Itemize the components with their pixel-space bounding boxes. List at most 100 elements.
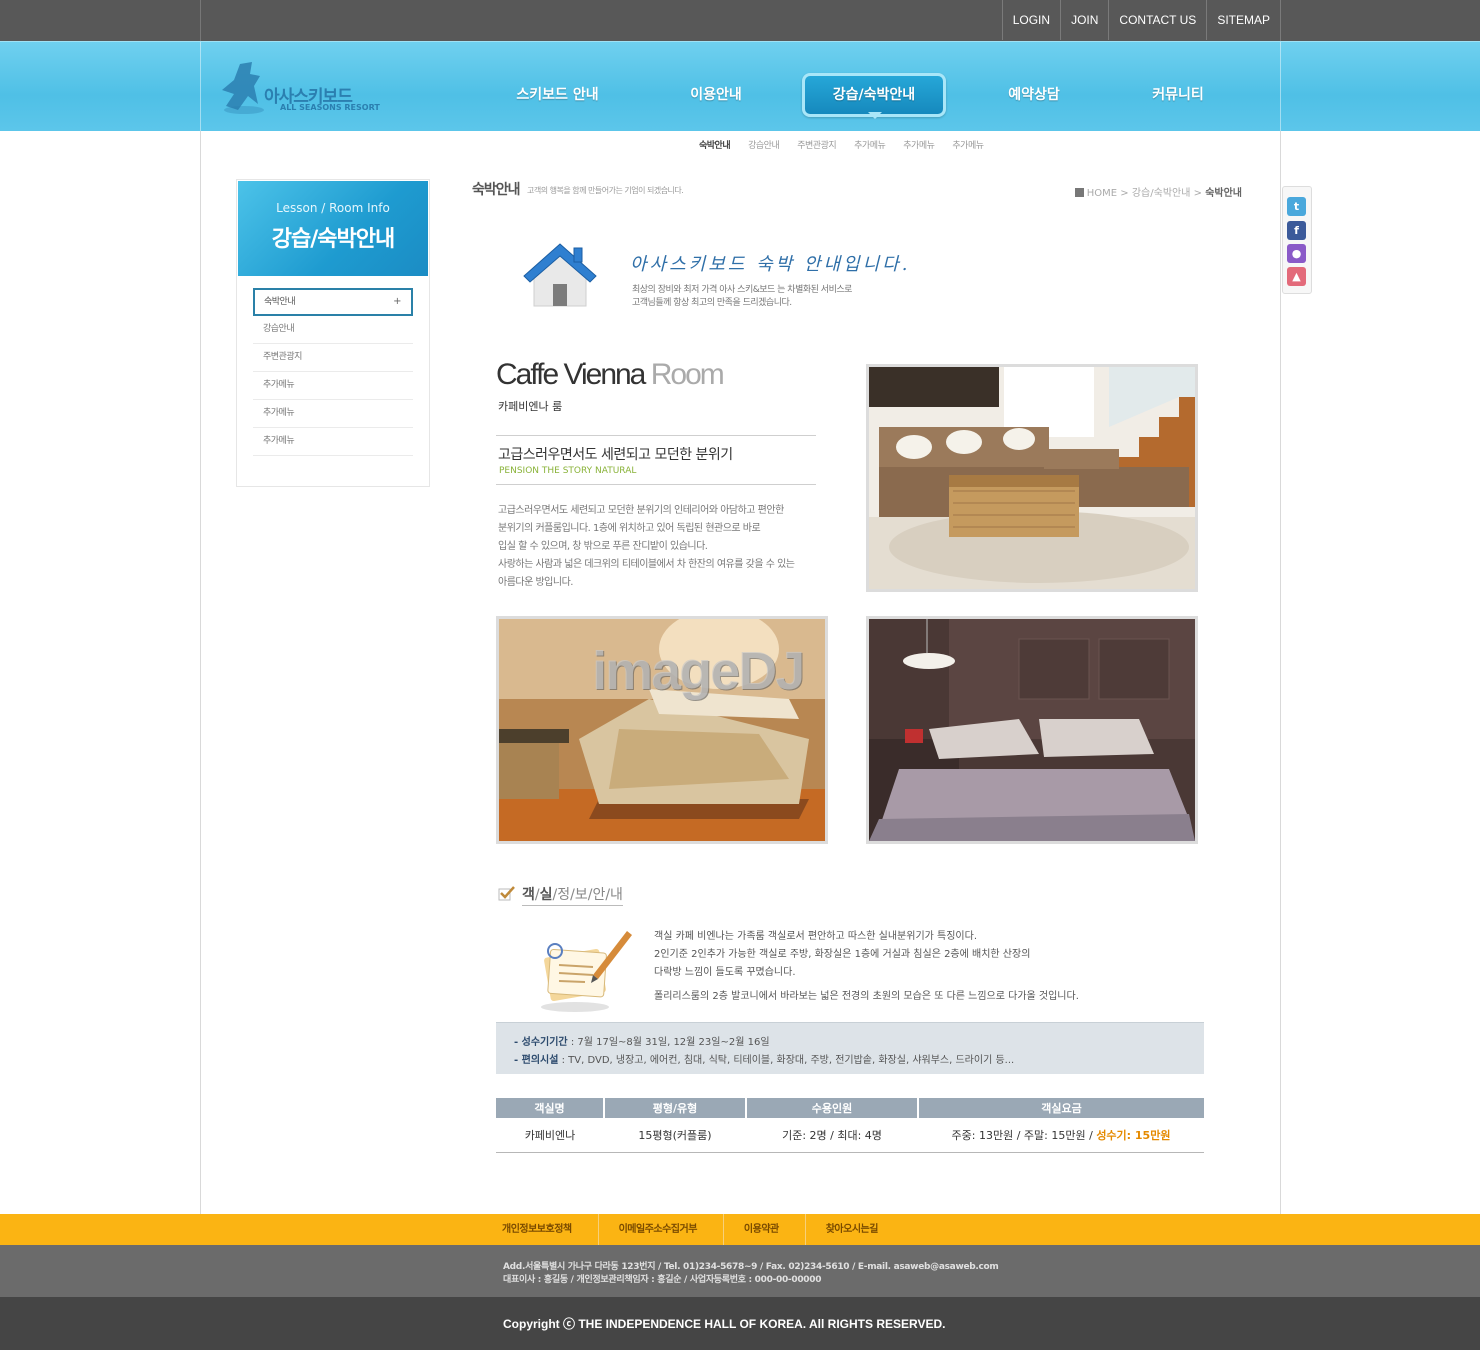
room-description-line: 분위기의 커플룸입니다. 1층에 위치하고 있어 독립된 현관으로 바로 [498, 523, 761, 534]
price-regular: 주중: 13만원 / 주말: 15만원 / [951, 1128, 1093, 1142]
sidebar-item-extra[interactable]: 추가메뉴 [253, 428, 413, 456]
frame-right-line [1280, 131, 1281, 1214]
breadcrumb-parent[interactable]: 강습/숙박안내 [1132, 188, 1191, 199]
bed-photo-image [869, 619, 1195, 841]
page-description: 고객의 행복을 함께 만들어가는 기업이 되겠습니다. [527, 186, 684, 195]
sidebar-item-extra[interactable]: 추가메뉴 [253, 372, 413, 400]
subnav-sightseeing[interactable]: 주변관광지 [788, 138, 845, 151]
sidebar-item-extra[interactable]: 추가메뉴 [253, 400, 413, 428]
room-tagline-sub: PENSION THE STORY NATURAL [499, 466, 637, 476]
cell-room-name: 카페비엔나 [496, 1118, 604, 1153]
header: 아사스키보드 ALL SEASONS RESORT 스키보드 안내 이용안내 강… [0, 41, 1480, 132]
intro-text: 최상의 장비와 최저 가격 아사 스키&보드 는 차별화된 서비스로 고객님들께… [632, 284, 852, 310]
footer-link-email-refusal[interactable]: 이메일주소수집거부 [599, 1214, 724, 1245]
sidebar-item-lesson[interactable]: 강습안내 [253, 316, 413, 344]
sidebar-item-sightseeing[interactable]: 주변관광지 [253, 344, 413, 372]
breadcrumb: HOME > 강습/숙박안내 > 숙박안내 [1074, 184, 1242, 199]
cell-price: 주중: 13만원 / 주말: 15만원 / 성수기: 15만원 [918, 1118, 1204, 1153]
sidebar-item-lodging[interactable]: 숙박안내 + [253, 288, 413, 316]
col-room-name: 객실명 [496, 1098, 605, 1118]
nav-skiboard-info[interactable]: 스키보드 안내 [500, 71, 615, 119]
me2day-icon[interactable]: ● [1287, 244, 1306, 263]
sidebar-title-ko: 강습/숙박안내 [271, 227, 395, 252]
home-icon[interactable] [1074, 188, 1084, 197]
footer-nav: 개인정보보호정책 이메일주소수집거부 이용약관 찾아오시는길 [0, 1214, 1480, 1245]
breadcrumb-home[interactable]: HOME [1087, 188, 1117, 199]
nav-usage-info[interactable]: 이용안내 [660, 71, 772, 119]
subnav-extra[interactable]: 추가메뉴 [943, 138, 992, 151]
room-description-line: 사랑하는 사람과 넓은 데크위의 티테이블에서 차 한잔의 여유를 갖을 수 있… [498, 559, 795, 570]
room-name-en-dark: Caffe Vienna [496, 358, 646, 391]
nav-reservation[interactable]: 예약상담 [976, 71, 1092, 119]
plus-icon: + [393, 296, 401, 307]
house-icon [523, 243, 597, 307]
blog-icon[interactable]: ▲ [1287, 267, 1306, 286]
facebook-icon[interactable]: f [1287, 221, 1306, 240]
room-price-table: 객실명 평형/유형 수용인원 객실요금 카페비엔나 15평형(커플룸) 기준: … [496, 1098, 1204, 1153]
nav-lesson-room-info[interactable]: 강습/숙박안내 [802, 73, 946, 117]
subnav-extra[interactable]: 추가메뉴 [894, 138, 943, 151]
room-info-line: 객실 카페 비엔나는 가족룸 객실로서 편안하고 따스한 실내분위기가 특징이다… [654, 931, 978, 942]
page-title: 숙박안내 [472, 182, 521, 198]
divider [496, 484, 816, 485]
room-photo-bedroom-2[interactable] [866, 616, 1198, 844]
intro-title: 아사스키보드 숙박 안내입니다. [630, 254, 911, 275]
room-name-en: Caffe Vienna Room [496, 358, 725, 392]
sidebar-menu: 숙박안내 + 강습안내 주변관광지 추가메뉴 추가메뉴 추가메뉴 [253, 288, 413, 456]
intro-line: 최상의 장비와 최저 가격 아사 스키&보드 는 차별화된 서비스로 [632, 285, 852, 295]
check-icon [498, 886, 515, 901]
join-link[interactable]: JOIN [1060, 0, 1108, 40]
sitemap-link[interactable]: SITEMAP [1206, 0, 1281, 40]
footer-address: Add.서울특별시 가나구 다라동 123번지 / Tel. 01)234-56… [503, 1262, 999, 1272]
room-description-line: 고급스러우면서도 세련되고 모던한 분위기의 인테리어와 아담하고 편안한 [498, 505, 784, 516]
subnav-lodging[interactable]: 숙박안내 [690, 138, 739, 151]
subnav-lesson[interactable]: 강습안내 [739, 138, 788, 151]
frame-left-line [200, 131, 201, 1214]
room-name-en-light: Room [650, 358, 725, 391]
footer-link-privacy[interactable]: 개인정보보호정책 [482, 1214, 599, 1245]
logo-mark-icon[interactable] [220, 60, 266, 116]
sofa-photo-image [869, 367, 1195, 589]
table-row: 카페비엔나 15평형(커플룸) 기준: 2명 / 최대: 4명 주중: 13만원… [496, 1118, 1204, 1153]
cell-capacity: 기준: 2명 / 최대: 4명 [746, 1118, 918, 1153]
facilities-row: - 편의시설 : TV, DVD, 냉장고, 에어컨, 침대, 식탁, 티테이블… [514, 1051, 1014, 1066]
memo-icon [541, 931, 632, 1012]
peak-season-row: - 성수기기간 : 7월 17일~8월 31일, 12월 23일~2월 16일 [514, 1033, 770, 1048]
sidebar-header: Lesson / Room Info 강습/숙박안내 [238, 181, 428, 276]
room-name-ko: 카페비엔나 룸 [498, 400, 563, 413]
nav-community[interactable]: 커뮤니티 [1120, 71, 1236, 119]
footer-link-directions[interactable]: 찾아오시는길 [806, 1214, 904, 1245]
frame-edge [200, 42, 201, 132]
frame-edge [200, 0, 201, 41]
footer-info: Add.서울특별시 가나구 다라동 123번지 / Tel. 01)234-56… [0, 1245, 1480, 1297]
col-capacity: 수용인원 [746, 1098, 919, 1118]
twitter-icon[interactable]: t [1287, 197, 1306, 216]
footer-copyright: Copyright ⓒ THE INDEPENDENCE HALL OF KOR… [503, 1317, 946, 1331]
col-price: 객실요금 [918, 1098, 1204, 1118]
room-tagline: 고급스러우면서도 세련되고 모던한 분위기 [498, 447, 733, 463]
season-notice-box: - 성수기기간 : 7월 17일~8월 31일, 12월 23일~2월 16일 … [496, 1022, 1204, 1074]
room-info-title: 객/실/정/보/안/내 [522, 884, 623, 906]
intro-line: 고객님들께 항상 최고의 만족을 드리겠습니다. [632, 298, 792, 308]
sidebar-title-en: Lesson / Room Info [276, 201, 390, 215]
subnav-extra[interactable]: 추가메뉴 [845, 138, 894, 151]
sidebar: Lesson / Room Info 강습/숙박안내 숙박안내 + 강습안내 주… [236, 179, 430, 487]
room-description-line: 아름다운 방입니다. [498, 577, 573, 588]
sidebar-item-label: 숙박안내 [264, 297, 296, 307]
top-bar: LOGIN JOIN CONTACT US SITEMAP [0, 0, 1480, 41]
breadcrumb-separator: > [1120, 188, 1129, 199]
sns-quick-bar: t f ● ▲ [1282, 186, 1312, 294]
cell-room-type: 15평형(커플룸) [604, 1118, 746, 1153]
facilities-value: : TV, DVD, 냉장고, 에어컨, 침대, 식탁, 티테이블, 화장대, … [561, 1055, 1015, 1066]
login-link[interactable]: LOGIN [1001, 0, 1060, 40]
breadcrumb-current: 숙박안내 [1205, 188, 1242, 199]
room-description: 고급스러우면서도 세련되고 모던한 분위기의 인테리어와 아담하고 편안한 분위… [498, 502, 818, 592]
sub-nav: 숙박안내 강습안내 주변관광지 추가메뉴 추가메뉴 추가메뉴 [690, 138, 993, 151]
price-peak: 성수기: 15만원 [1096, 1128, 1171, 1142]
footer-links: 개인정보보호정책 이메일주소수집거부 이용약관 찾아오시는길 [482, 1214, 904, 1245]
room-photo-living[interactable] [866, 364, 1198, 592]
breadcrumb-separator: > [1193, 188, 1202, 199]
contact-us-link[interactable]: CONTACT US [1108, 0, 1206, 40]
col-room-type: 평형/유형 [604, 1098, 747, 1118]
footer-link-terms[interactable]: 이용약관 [724, 1214, 806, 1245]
